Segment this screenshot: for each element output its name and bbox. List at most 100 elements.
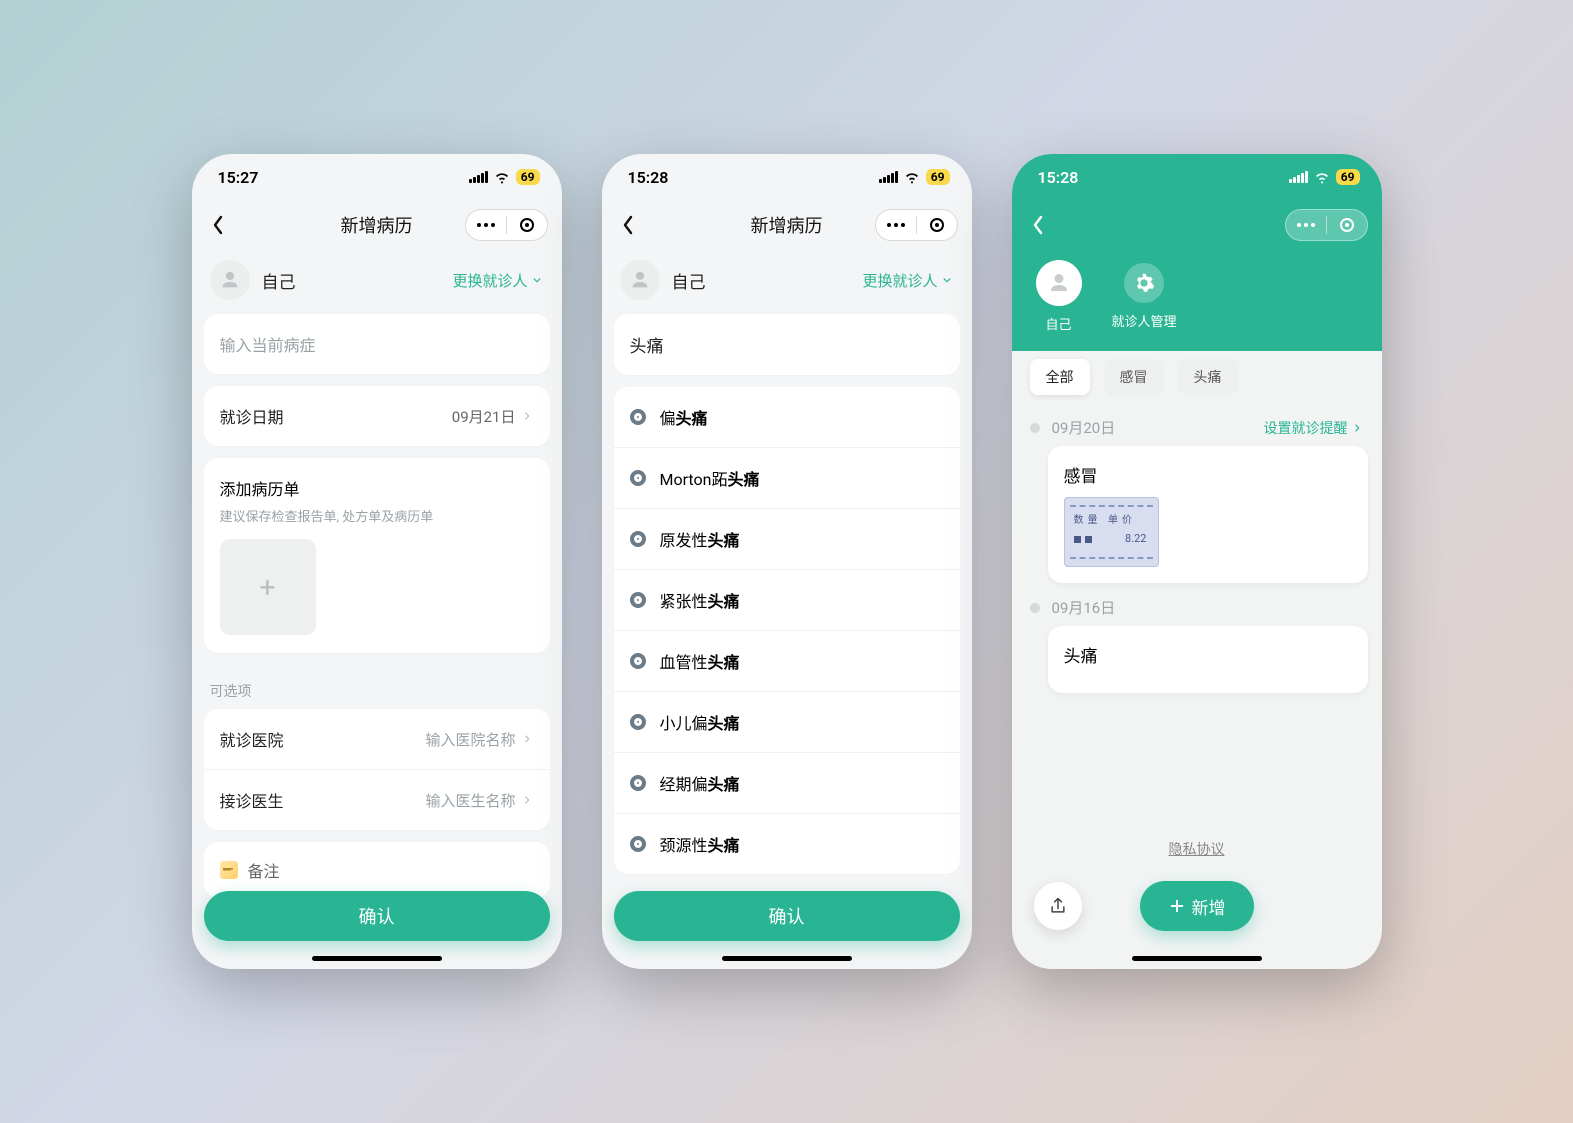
capsule-menu-button[interactable] (1286, 210, 1326, 240)
wifi-icon (1314, 169, 1330, 185)
suggestion-item[interactable]: Morton跖头痛 (614, 447, 960, 508)
switch-patient-link[interactable]: 更换就诊人 (862, 270, 953, 291)
patient-self[interactable]: 自己 (1036, 260, 1082, 333)
titlebar: 新增病历 (192, 200, 562, 250)
miniprogram-capsule (1285, 209, 1368, 241)
avatar-icon (620, 260, 660, 300)
bullet-icon (630, 836, 646, 852)
timeline-date: 09月20日 (1052, 417, 1252, 438)
record-card[interactable]: 感冒 数量 单价 8.22 (1048, 446, 1368, 583)
doctor-label: 接诊医生 (220, 788, 284, 812)
visit-date-row[interactable]: 就诊日期 09月21日 (204, 386, 550, 446)
capsule-menu-button[interactable] (466, 210, 506, 240)
chevron-down-icon (530, 273, 544, 287)
titlebar (1012, 200, 1382, 250)
avatar-icon (1036, 260, 1082, 306)
miniprogram-capsule (875, 209, 958, 241)
symptom-value: 头痛 (630, 337, 664, 357)
suggestion-text: 偏头痛 (660, 405, 708, 429)
capsule-close-button[interactable] (507, 210, 547, 240)
suggestion-item[interactable]: 偏头痛 (614, 387, 960, 447)
chevron-right-icon (520, 732, 534, 746)
symptom-input[interactable]: 输入当前病症 (204, 314, 550, 374)
patient-name: 自己 (672, 268, 706, 293)
chevron-right-icon (1350, 421, 1364, 435)
battery-badge: 69 (516, 169, 540, 185)
manage-patients[interactable]: 就诊人管理 (1112, 260, 1177, 333)
record-card[interactable]: 头痛 (1048, 626, 1368, 693)
status-time: 15:27 (218, 168, 259, 187)
capsule-close-button[interactable] (1327, 210, 1367, 240)
status-icons: 69 (1289, 169, 1359, 185)
back-button[interactable] (206, 213, 230, 237)
timeline-dot-icon (1030, 423, 1040, 433)
fab-row: 新增 (1012, 881, 1382, 931)
signal-icon (469, 171, 488, 183)
filter-tab[interactable]: 全部 (1030, 359, 1090, 395)
capsule-close-button[interactable] (917, 210, 957, 240)
suggestion-list: 偏头痛 Morton跖头痛原发性头痛紧张性头痛血管性头痛小儿偏头痛经期偏头痛颈源性… (614, 387, 960, 874)
battery-badge: 69 (1336, 169, 1360, 185)
add-record-button[interactable]: 新增 (1140, 881, 1254, 931)
chevron-right-icon (520, 409, 534, 423)
filter-tab[interactable]: 感冒 (1104, 359, 1164, 395)
suggestion-item[interactable]: 颈源性头痛 (614, 813, 960, 874)
note-icon (220, 861, 238, 879)
gear-icon (1124, 263, 1164, 303)
home-indicator (312, 956, 442, 961)
switch-patient-link[interactable]: 更换就诊人 (452, 270, 543, 291)
suggestion-text: 颈源性头痛 (660, 832, 740, 856)
phone-records-timeline: 15:28 69 自己 (1012, 154, 1382, 969)
symptom-placeholder: 输入当前病症 (220, 336, 316, 355)
content: 自己 更换就诊人 头痛 偏头痛 Morton跖头痛原发性头痛紧张性头痛血管性头痛小… (602, 250, 972, 969)
patient-row: 自己 更换就诊人 (204, 250, 550, 314)
suggestion-text: 紧张性头痛 (660, 588, 740, 612)
patient-self-label: 自己 (1045, 314, 1071, 333)
suggestion-text: 小儿偏头痛 (660, 710, 740, 734)
back-button[interactable] (1026, 213, 1050, 237)
suggestion-item[interactable]: 经期偏头痛 (614, 752, 960, 813)
receipt-columns: 数量 单价 (1074, 511, 1136, 526)
avatar-icon (210, 260, 250, 300)
filter-tabs: 全部感冒头痛 (1012, 345, 1382, 395)
hospital-placeholder: 输入医院名称 (425, 729, 515, 750)
timeline-dot-icon (1030, 603, 1040, 613)
status-bar: 15:27 69 (192, 154, 562, 200)
content: 自己 更换就诊人 输入当前病症 就诊日期 09月21日 添加病历单 建议保存检查… (192, 250, 562, 969)
status-time: 15:28 (628, 168, 669, 187)
teal-header: 15:28 69 自己 (1012, 154, 1382, 351)
suggestion-text: 经期偏头痛 (660, 771, 740, 795)
suggestion-item[interactable]: 原发性头痛 (614, 508, 960, 569)
suggestion-item[interactable]: 小儿偏头痛 (614, 691, 960, 752)
note-label: 备注 (248, 858, 280, 882)
status-bar: 15:28 69 (602, 154, 972, 200)
confirm-button[interactable]: 确认 (614, 891, 960, 941)
wifi-icon (494, 169, 510, 185)
filter-tab[interactable]: 头痛 (1178, 359, 1238, 395)
privacy-link[interactable]: 隐私协议 (1012, 839, 1382, 859)
bullet-icon (630, 592, 646, 608)
receipt-thumbnail: 数量 单价 8.22 (1064, 497, 1159, 567)
home-indicator (722, 956, 852, 961)
capsule-menu-button[interactable] (876, 210, 916, 240)
bullet-icon (630, 470, 646, 486)
confirm-button[interactable]: 确认 (204, 891, 550, 941)
signal-icon (1289, 171, 1308, 183)
hospital-row[interactable]: 就诊医院 输入医院名称 (204, 709, 550, 769)
patient-name: 自己 (262, 268, 296, 293)
set-reminder-link[interactable]: 设置就诊提醒 (1264, 418, 1364, 438)
symptom-input[interactable]: 头痛 (614, 314, 960, 375)
hospital-label: 就诊医院 (220, 727, 284, 751)
suggestion-item[interactable]: 血管性头痛 (614, 630, 960, 691)
status-bar: 15:28 69 (1012, 154, 1382, 200)
signal-icon (879, 171, 898, 183)
back-button[interactable] (616, 213, 640, 237)
share-button[interactable] (1034, 882, 1082, 930)
add-attachment-button[interactable]: + (220, 539, 316, 635)
suggestion-item[interactable]: 紧张性头痛 (614, 569, 960, 630)
home-indicator (1132, 956, 1262, 961)
suggestion-text: Morton跖头痛 (660, 466, 760, 490)
doctor-row[interactable]: 接诊医生 输入医生名称 (204, 769, 550, 830)
note-card[interactable]: 备注 (204, 842, 550, 898)
status-icons: 69 (469, 169, 539, 185)
